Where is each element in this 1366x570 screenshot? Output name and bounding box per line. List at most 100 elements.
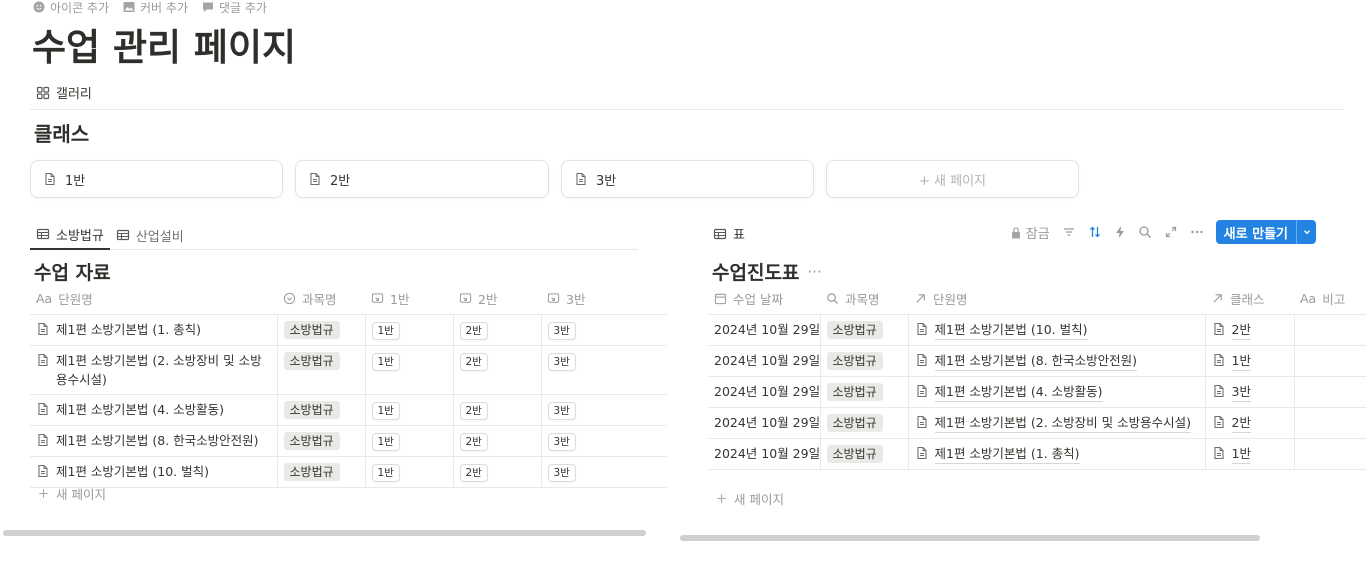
date-cell[interactable]: 2024년 10월 29일	[708, 314, 820, 346]
table-row[interactable]: 2024년 10월 29일 소방법규 제1편 소방기본법 (10. 벌칙) 2반	[708, 314, 1366, 346]
table-row[interactable]: 제1편 소방기본법 (1. 총칙) 소방법규 1반 2반 3반	[30, 314, 667, 346]
class-chip[interactable]: 2반	[459, 321, 488, 340]
new-button-label[interactable]: 새로 만들기	[1216, 220, 1296, 244]
page-title[interactable]: 수업 관리 페이지	[32, 24, 296, 72]
column-header-class[interactable]: 클래스	[1205, 284, 1294, 315]
search-button[interactable]	[1138, 225, 1152, 239]
table-row[interactable]: 2024년 10월 29일 소방법규 제1편 소방기본법 (4. 소방활동) 3…	[708, 376, 1366, 408]
right-new-page-button[interactable]: 새 페이지	[715, 489, 784, 508]
note-cell[interactable]	[1293, 314, 1366, 346]
unit-relation[interactable]: 제1편 소방기본법 (2. 소방장비 및 소방용수시설)	[934, 413, 1192, 433]
column-header-class1[interactable]: 1반	[365, 284, 453, 315]
unit-relation[interactable]: 제1편 소방기본법 (8. 한국소방안전원)	[934, 351, 1138, 371]
date-cell[interactable]: 2024년 10월 29일	[708, 407, 820, 439]
unit-relation[interactable]: 제1편 소방기본법 (4. 소방활동)	[934, 382, 1103, 402]
class-chip[interactable]: 3반	[547, 321, 576, 340]
table-row[interactable]: 제1편 소방기본법 (8. 한국소방안전원) 소방법규 1반 2반 3반	[30, 425, 667, 457]
tab-fire-law[interactable]: 소방법규	[30, 220, 110, 250]
class-relation[interactable]: 3반	[1231, 382, 1251, 402]
subject-tag: 소방법규	[283, 320, 340, 339]
tab-industrial-equipment[interactable]: 산업설비	[110, 220, 190, 250]
note-cell[interactable]	[1293, 407, 1366, 439]
column-header-class3[interactable]: 3반	[541, 284, 667, 315]
lock-button[interactable]: 잠금	[1010, 223, 1050, 242]
left-horizontal-scrollbar[interactable]	[3, 530, 646, 536]
gallery-view-tab[interactable]: 갤러리	[36, 83, 92, 102]
column-header-unit[interactable]: 단원명	[908, 284, 1205, 315]
table-row[interactable]: 제1편 소방기본법 (4. 소방활동) 소방법규 1반 2반 3반	[30, 394, 667, 426]
filter-button[interactable]	[1062, 225, 1076, 239]
class-chip[interactable]: 2반	[459, 401, 488, 420]
class-chip[interactable]: 2반	[459, 352, 488, 371]
unit-name[interactable]: 제1편 소방기본법 (1. 총칙)	[56, 320, 201, 339]
note-cell[interactable]	[1293, 376, 1366, 408]
new-class-card-button[interactable]: + 새 페이지	[826, 160, 1079, 198]
class-chip[interactable]: 1반	[371, 352, 400, 371]
class-card-1[interactable]: 1반	[30, 160, 283, 198]
left-new-page-button[interactable]: 새 페이지	[37, 484, 106, 503]
column-header-note[interactable]: Aa 비고	[1294, 284, 1366, 315]
class-chip[interactable]: 2반	[459, 432, 488, 451]
class-chip[interactable]: 3반	[547, 401, 576, 420]
more-button[interactable]	[1190, 225, 1204, 239]
table-row[interactable]: 2024년 10월 29일 소방법규 제1편 소방기본법 (8. 한국소방안전원…	[708, 345, 1366, 377]
table-row[interactable]: 제1편 소방기본법 (2. 소방장비 및 소방용수시설) 소방법규 1반 2반 …	[30, 345, 667, 395]
column-header-class2[interactable]: 2반	[453, 284, 541, 315]
class-chip[interactable]: 1반	[371, 463, 400, 482]
table-row[interactable]: 2024년 10월 29일 소방법규 제1편 소방기본법 (2. 소방장비 및 …	[708, 407, 1366, 439]
class-chip[interactable]: 3반	[547, 432, 576, 451]
unit-name[interactable]: 제1편 소방기본법 (8. 한국소방안전원)	[56, 431, 259, 450]
class-card-3[interactable]: 3반	[561, 160, 814, 198]
date-cell[interactable]: 2024년 10월 29일	[708, 376, 820, 408]
class-chip[interactable]: 1반	[371, 432, 400, 451]
page-icon	[1212, 446, 1226, 460]
class-relation[interactable]: 2반	[1231, 413, 1251, 433]
sort-button[interactable]	[1088, 225, 1102, 239]
automation-button[interactable]	[1114, 225, 1126, 239]
table-view-tab[interactable]: 표	[713, 224, 745, 243]
column-header-date[interactable]: 수업 날짜	[708, 284, 820, 315]
add-icon-action[interactable]: 아이콘 추가	[33, 0, 109, 16]
class-card-2[interactable]: 2반	[295, 160, 549, 198]
note-cell[interactable]	[1293, 438, 1366, 470]
class-relation[interactable]: 2반	[1231, 320, 1251, 340]
unit-name[interactable]: 제1편 소방기본법 (2. 소방장비 및 소방용수시설)	[56, 351, 271, 389]
table-row[interactable]: 2024년 10월 29일 소방법규 제1편 소방기본법 (1. 총칙) 1반	[708, 438, 1366, 470]
db-more-icon[interactable]: ···	[807, 263, 821, 281]
column-label: 단원명	[58, 292, 93, 308]
new-button[interactable]: 새로 만들기	[1215, 220, 1316, 244]
add-comment-action[interactable]: 댓글 추가	[202, 0, 267, 16]
date-cell[interactable]: 2024년 10월 29일	[708, 345, 820, 377]
column-header-unit[interactable]: Aa 단원명	[30, 284, 277, 315]
note-cell[interactable]	[1293, 345, 1366, 377]
unit-relation[interactable]: 제1편 소방기본법 (1. 총칙)	[934, 444, 1080, 464]
column-header-subject[interactable]: 과목명	[820, 284, 908, 315]
class-chip[interactable]: 1반	[371, 321, 400, 340]
subject-tag: 소방법규	[283, 351, 340, 370]
table-row[interactable]: 제1편 소방기본법 (10. 벌칙) 소방법규 1반 2반 3반	[30, 456, 667, 488]
date-cell[interactable]: 2024년 10월 29일	[708, 438, 820, 470]
new-page-label: 새 페이지	[56, 487, 106, 502]
class-relation[interactable]: 1반	[1231, 444, 1251, 464]
text-type-icon: Aa	[1300, 291, 1317, 307]
class-chip[interactable]: 2반	[459, 463, 488, 482]
unit-relation[interactable]: 제1편 소방기본법 (10. 벌칙)	[934, 320, 1088, 340]
new-button-dropdown[interactable]	[1296, 220, 1316, 244]
class-chip[interactable]: 1반	[371, 401, 400, 420]
class-chip[interactable]: 3반	[547, 352, 576, 371]
right-horizontal-scrollbar[interactable]	[680, 535, 1260, 541]
unit-name[interactable]: 제1편 소방기본법 (4. 소방활동)	[56, 400, 224, 419]
expand-button[interactable]	[1164, 225, 1178, 239]
right-db-title[interactable]: 수업진도표	[712, 258, 799, 285]
class-relation[interactable]: 1반	[1231, 351, 1251, 371]
class-chip[interactable]: 3반	[547, 463, 576, 482]
add-cover-action[interactable]: 커버 추가	[123, 0, 188, 16]
page-icon	[36, 353, 50, 367]
left-db-title[interactable]: 수업 자료	[34, 258, 111, 285]
unit-name[interactable]: 제1편 소방기본법 (10. 벌칙)	[56, 462, 209, 481]
page-icon	[1212, 415, 1226, 429]
chevron-down-icon	[1303, 230, 1310, 235]
column-label: 과목명	[845, 292, 880, 308]
column-header-subject[interactable]: 과목명	[277, 284, 365, 315]
filter-icon	[1063, 228, 1074, 236]
